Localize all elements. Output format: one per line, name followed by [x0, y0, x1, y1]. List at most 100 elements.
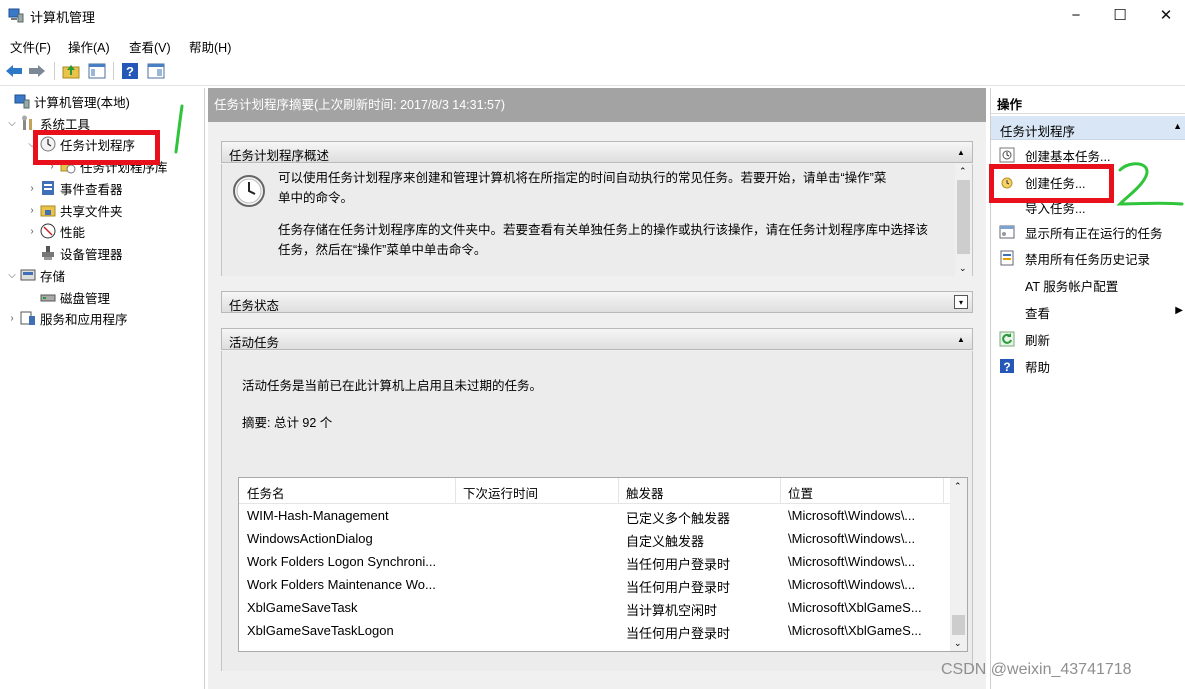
chevron-right-icon[interactable]: › [26, 226, 38, 237]
action-label: 禁用所有任务历史记录 [1025, 252, 1151, 267]
clock-icon [232, 174, 266, 211]
computer-management-icon [8, 7, 24, 23]
action-view[interactable]: 查看 ▶ [991, 300, 1185, 324]
navigation-tree: 计算机管理(本地) ⌵ 系统工具 ⌵ 任务计划程序 › 任务计划程序库 › 事件… [0, 88, 205, 689]
svg-text:?: ? [126, 64, 134, 79]
scrollbar-thumb[interactable] [952, 615, 965, 635]
chevron-right-icon[interactable]: › [26, 205, 38, 216]
scroll-down-icon[interactable]: ⌄ [954, 638, 962, 649]
computer-management-icon [14, 93, 30, 109]
watermark: CSDN @weixin_43741718 [941, 661, 1132, 678]
device-manager-icon [40, 245, 56, 261]
toolbar: ? [0, 58, 1185, 86]
collapse-icon[interactable]: ▲ [1173, 121, 1182, 131]
cell-trigger: 自定义触发器 [626, 534, 705, 549]
overview-line: 任务，然后在“操作”菜单中单击命令。 [278, 243, 487, 257]
action-at-service-account[interactable]: AT 服务帐户配置 [991, 273, 1185, 297]
active-section-header[interactable]: 活动任务 ▲ [221, 328, 973, 350]
list-scrollbar[interactable]: ⌃ ⌄ [950, 478, 967, 651]
active-tasks-list[interactable]: 任务名 下次运行时间 触发器 位置 WIM-Hash-Management 已定… [238, 477, 968, 652]
chevron-down-icon[interactable]: ⌵ [6, 270, 18, 281]
tree-item-device-manager[interactable]: 设备管理器 [38, 243, 123, 263]
action-label: AT 服务帐户配置 [1025, 279, 1119, 294]
menu-file[interactable]: 文件(F) [10, 37, 51, 56]
menu-action[interactable]: 操作(A) [68, 37, 110, 56]
tree-item-computer-management[interactable]: 计算机管理(本地) [0, 91, 130, 111]
tools-icon [20, 115, 36, 131]
window-title: 计算机管理 [30, 10, 96, 25]
center-panel: 任务计划程序摘要(上次刷新时间: 2017/8/3 14:31:57) 任务计划… [208, 88, 986, 689]
minimize-button[interactable]: − [1053, 0, 1099, 30]
help-icon[interactable]: ? [120, 61, 140, 81]
action-disable-history[interactable]: 禁用所有任务历史记录 [991, 246, 1185, 270]
tree-item-performance[interactable]: › 性能 [26, 221, 85, 241]
chevron-down-icon[interactable]: ⌵ [6, 118, 18, 129]
scroll-up-icon[interactable]: ⌃ [954, 481, 962, 492]
overview-scrollbar[interactable]: ⌃ ⌄ [955, 164, 972, 276]
tree-item-label: 计算机管理(本地) [34, 95, 130, 110]
tree-item-event-viewer[interactable]: › 事件查看器 [26, 178, 123, 198]
scrollbar-thumb[interactable] [957, 180, 970, 254]
expand-icon[interactable]: ▾ [954, 295, 968, 309]
table-row[interactable]: Work Folders Maintenance Wo... 当任何用户登录时 … [239, 574, 951, 597]
table-row[interactable]: XblGameSaveTask 当计算机空闲时 \Microsoft\XblGa… [239, 597, 951, 620]
column-trigger[interactable]: 触发器 [626, 483, 664, 502]
tree-item-label: 磁盘管理 [60, 291, 111, 306]
cell-task-name: WindowsActionDialog [247, 531, 373, 546]
title-bar: 计算机管理 − ☐ ✕ [0, 0, 1185, 32]
cell-location: \Microsoft\XblGameS... [788, 623, 922, 638]
summary-header: 任务计划程序摘要(上次刷新时间: 2017/8/3 14:31:57) [208, 88, 986, 122]
help-icon: ? [999, 358, 1015, 374]
menu-view[interactable]: 查看(V) [129, 37, 171, 56]
column-next-run[interactable]: 下次运行时间 [463, 483, 538, 502]
show-hide-action-pane-icon[interactable] [146, 61, 166, 81]
status-title: 任务状态 [229, 299, 280, 313]
table-row[interactable]: WIM-Hash-Management 已定义多个触发器 \Microsoft\… [239, 505, 951, 528]
tree-item-shared-folders[interactable]: › 共享文件夹 [26, 200, 122, 220]
action-label: 创建基本任务... [1025, 149, 1111, 164]
chevron-right-icon[interactable]: › [26, 183, 38, 194]
tree-item-disk-management[interactable]: 磁盘管理 [38, 287, 110, 307]
actions-header: 操作 [991, 88, 1185, 114]
column-location[interactable]: 位置 [788, 483, 813, 502]
history-icon [999, 250, 1015, 266]
show-hide-tree-icon[interactable] [87, 61, 107, 81]
annotation-mark-1-text: 1 [160, 100, 161, 101]
cell-trigger: 已定义多个触发器 [626, 511, 731, 526]
scroll-up-icon[interactable]: ⌃ [959, 166, 967, 177]
center-body: 任务计划程序概述 ▲ 可以使用任务计划程序来创建和管理计算机将在所指定的时间自动… [208, 122, 986, 689]
chevron-right-icon[interactable]: › [6, 313, 18, 324]
highlight-box-create-task [989, 164, 1114, 203]
cell-location: \Microsoft\Windows\... [788, 577, 916, 592]
menu-help[interactable]: 帮助(H) [189, 37, 231, 56]
cell-trigger: 当任何用户登录时 [626, 626, 731, 641]
action-label: 显示所有正在运行的任务 [1025, 226, 1163, 241]
overview-section-header[interactable]: 任务计划程序概述 ▲ [221, 141, 973, 163]
forward-icon[interactable] [27, 61, 47, 81]
action-refresh[interactable]: 刷新 [991, 327, 1185, 351]
collapse-icon[interactable]: ▲ [954, 332, 968, 346]
overview-line: 可以使用任务计划程序来创建和管理计算机将在所指定的时间自动执行的常见任务。若要开… [278, 171, 887, 185]
collapse-icon[interactable]: ▲ [954, 145, 968, 159]
table-row[interactable]: WindowsActionDialog 自定义触发器 \Microsoft\Wi… [239, 528, 951, 551]
status-section-header[interactable]: 任务状态 ▾ [221, 291, 973, 313]
tree-item-services-apps[interactable]: › 服务和应用程序 [6, 308, 128, 328]
maximize-button[interactable]: ☐ [1097, 0, 1143, 30]
storage-icon [20, 267, 36, 283]
up-folder-icon[interactable] [61, 61, 81, 81]
tree-item-storage[interactable]: ⌵ 存储 [6, 265, 65, 285]
refresh-icon [999, 331, 1015, 347]
action-show-running-tasks[interactable]: 显示所有正在运行的任务 [991, 220, 1185, 244]
close-button[interactable]: ✕ [1143, 0, 1185, 30]
actions-subheader[interactable]: 任务计划程序 ▲ [991, 116, 1185, 140]
action-help[interactable]: ? 帮助 [991, 354, 1185, 378]
submenu-arrow-icon: ▶ [1175, 305, 1183, 316]
cell-task-name: Work Folders Logon Synchroni... [247, 554, 437, 569]
table-row[interactable]: Work Folders Logon Synchroni... 当任何用户登录时… [239, 551, 951, 574]
back-icon[interactable] [4, 61, 24, 81]
table-row[interactable]: XblGameSaveTaskLogon 当任何用户登录时 \Microsoft… [239, 620, 951, 643]
action-label: 查看 [1025, 306, 1051, 321]
scroll-down-icon[interactable]: ⌄ [959, 263, 967, 274]
column-task-name[interactable]: 任务名 [247, 483, 285, 502]
annotation-mark-1: 1 [160, 100, 184, 154]
